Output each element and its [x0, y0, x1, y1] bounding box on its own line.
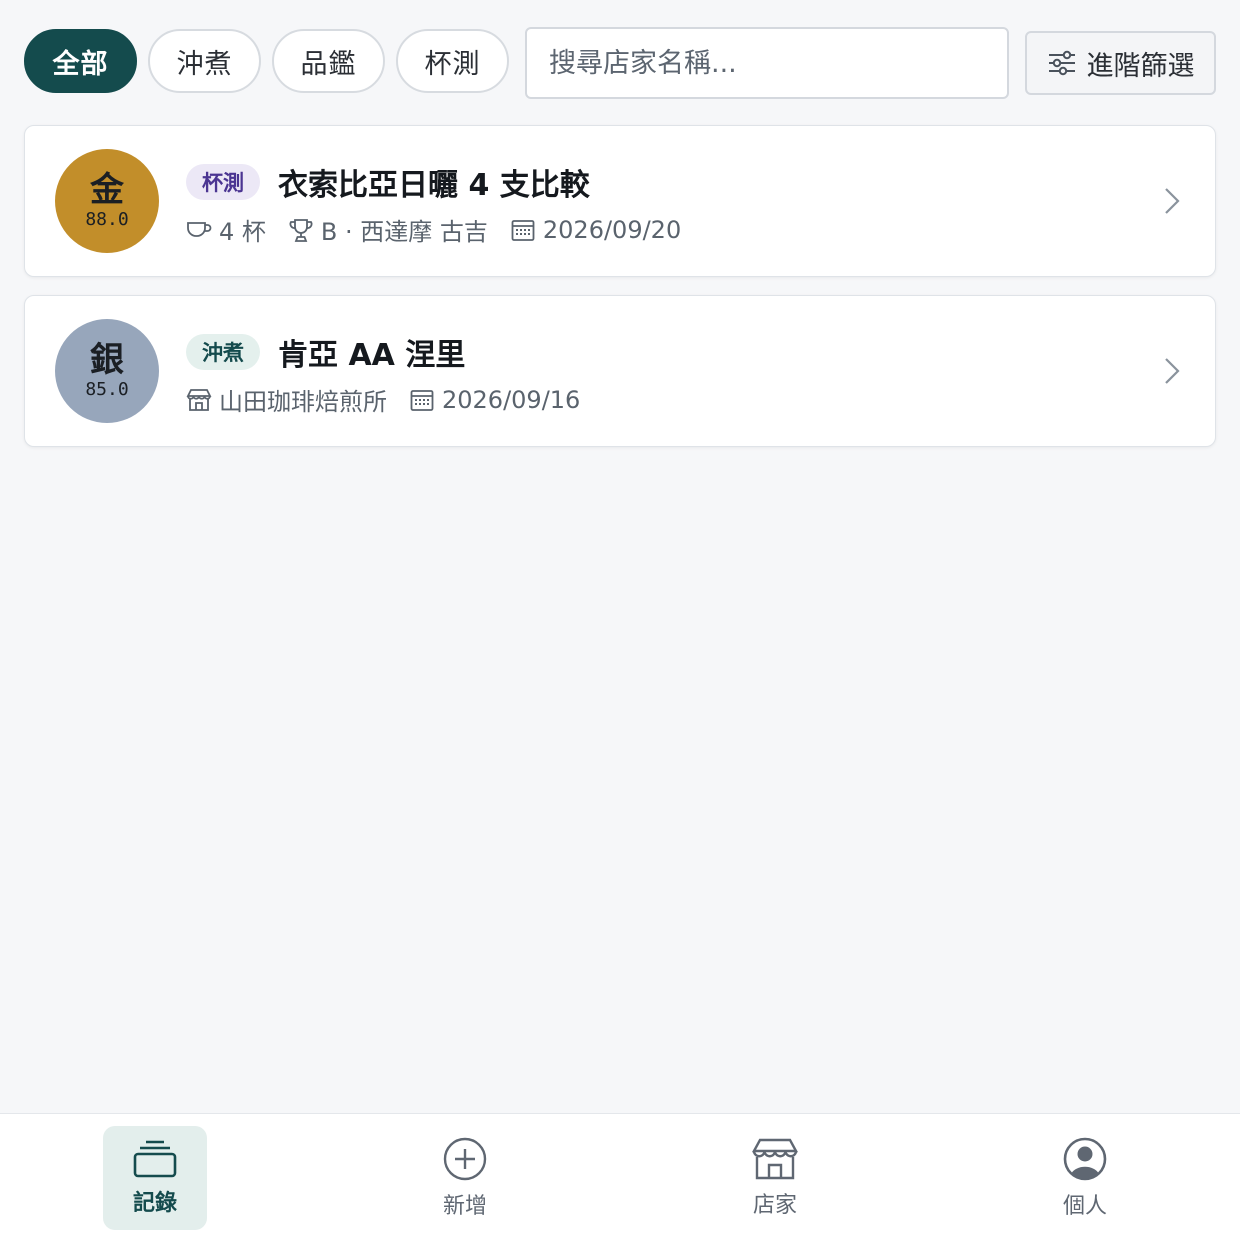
cup-count: 4 杯 [219, 218, 266, 246]
shop-name: 山田珈琲焙煎所 [219, 388, 387, 416]
medal-rank: 金 [90, 170, 124, 210]
nav-profile-label: 個人 [1062, 1194, 1107, 1219]
record-title: 肯亞 AA 涅里 [278, 338, 466, 373]
record-title: 衣索比亞日曬 4 支比較 [278, 168, 590, 203]
nav-records[interactable]: 記錄 [103, 1126, 207, 1230]
medal-score: 88.0 [85, 209, 129, 230]
gold-medal-badge: 金 88.0 [55, 149, 159, 253]
record-type-tag: 沖煮 [186, 334, 260, 370]
nav-shops-label: 店家 [752, 1193, 797, 1218]
advanced-filter-button[interactable]: 進階篩選 [1025, 31, 1216, 95]
chevron-right-icon [1165, 188, 1180, 214]
nav-profile[interactable]: 個人 [1033, 1126, 1137, 1230]
store-icon [186, 388, 212, 411]
filter-tasting-pill[interactable]: 品鑑 [272, 29, 385, 93]
filter-cupping-pill[interactable]: 杯測 [396, 29, 509, 93]
plus-circle-icon [443, 1137, 487, 1181]
record-card[interactable]: 銀 85.0 沖煮 肯亞 AA 涅里 山田珈琲焙煎所 2026/09/16 [24, 295, 1216, 447]
filter-all-pill[interactable]: 全部 [24, 29, 137, 93]
medal-score: 85.0 [85, 379, 129, 400]
medal-rank: 銀 [90, 340, 124, 380]
sliders-icon [1048, 50, 1075, 76]
cup-icon [187, 221, 212, 237]
best-bean: B · 西達摩 古吉 [320, 218, 488, 246]
nav-add[interactable]: 新增 [413, 1126, 517, 1230]
calendar-icon [410, 389, 434, 411]
filter-toolbar: 全部 沖煮 品鑑 杯測 進階篩選 [24, 27, 1216, 99]
nav-shops[interactable]: 店家 [723, 1126, 827, 1230]
record-card[interactable]: 金 88.0 杯測 衣索比亞日曬 4 支比較 4 杯 B · 西達摩 古吉 20… [24, 125, 1216, 277]
silver-medal-badge: 銀 85.0 [55, 319, 159, 423]
store-icon [752, 1138, 798, 1180]
stack-icon [133, 1140, 177, 1178]
calendar-icon [511, 219, 535, 241]
advanced-filter-label: 進階篩選 [1086, 50, 1195, 82]
bottom-navigation: 記錄 新增 店家 個人 [0, 1113, 1240, 1241]
record-type-tag: 杯測 [186, 164, 260, 200]
record-date: 2026/09/20 [542, 215, 682, 244]
nav-records-label: 記錄 [132, 1191, 177, 1216]
filter-brew-pill[interactable]: 沖煮 [148, 29, 261, 93]
record-date: 2026/09/16 [442, 385, 581, 414]
user-circle-icon [1063, 1137, 1107, 1181]
nav-add-label: 新增 [442, 1194, 487, 1219]
chevron-right-icon [1165, 358, 1180, 384]
shop-search-input[interactable] [525, 27, 1009, 99]
trophy-icon [289, 218, 313, 242]
